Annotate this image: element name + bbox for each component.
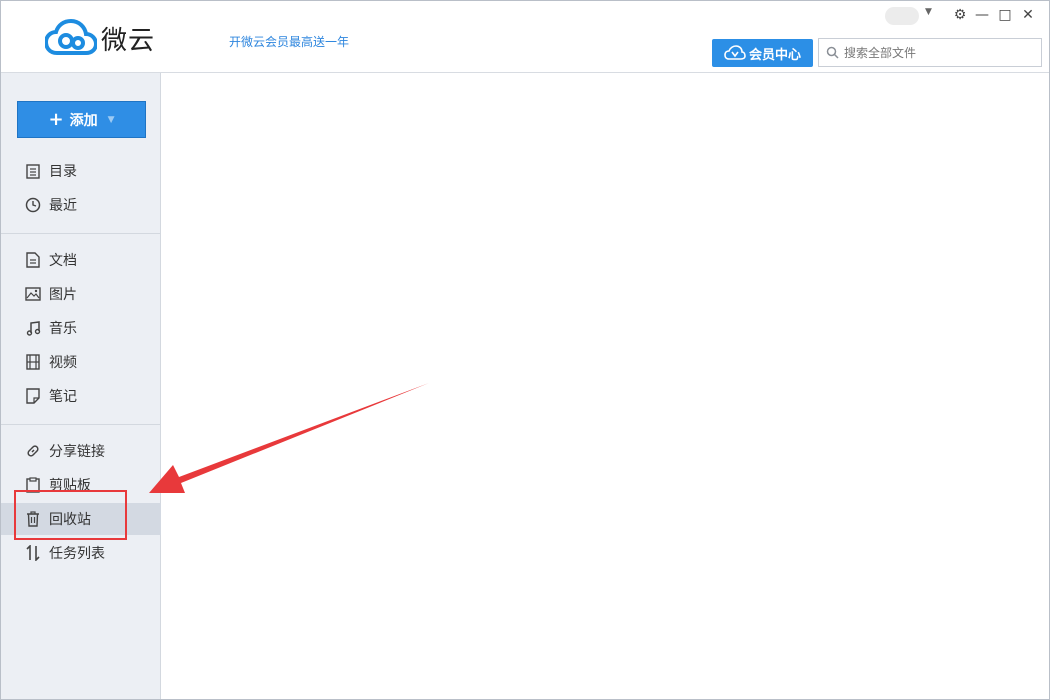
close-button[interactable]: ✕ <box>1019 5 1037 25</box>
sidebar-item-label: 最近 <box>49 198 77 214</box>
annotation-highlight-box <box>14 490 127 540</box>
vip-promo-link[interactable]: 开微云会员最高送一年 <box>229 33 349 50</box>
header: 微云 开微云会员最高送一年 ▼ ⚙ — □ ✕ 会员中心 <box>1 1 1049 73</box>
main-content-area <box>162 74 1048 699</box>
vip-cloud-icon <box>724 45 746 60</box>
sidebar-divider <box>1 233 161 234</box>
link-icon <box>24 442 42 460</box>
logo-text: 微云 <box>101 25 156 56</box>
sidebar-item-notes[interactable]: 笔记 <box>1 380 161 412</box>
clock-icon <box>24 196 42 214</box>
sidebar-divider <box>1 424 161 425</box>
sidebar-item-label: 视频 <box>49 355 77 371</box>
vip-center-label: 会员中心 <box>748 47 801 63</box>
music-icon <box>24 319 42 337</box>
sidebar-item-label: 笔记 <box>49 389 77 405</box>
list-icon <box>24 162 42 180</box>
document-icon <box>24 251 42 269</box>
sidebar-item-label: 音乐 <box>49 321 77 337</box>
minimize-button[interactable]: — <box>973 5 991 25</box>
sidebar: + 添加 ▼ 目录 最近 文档 图片 音乐 视频 笔记 分享链接 剪贴板 回收站… <box>1 73 161 699</box>
sidebar-item-label: 文档 <box>49 253 77 269</box>
note-icon <box>24 387 42 405</box>
search-input[interactable] <box>844 45 1024 60</box>
account-avatar[interactable] <box>885 7 919 25</box>
sidebar-item-images[interactable]: 图片 <box>1 278 161 310</box>
search-icon <box>826 46 839 59</box>
account-dropdown-icon[interactable]: ▼ <box>925 7 932 17</box>
chevron-down-icon: ▼ <box>107 114 115 125</box>
settings-icon[interactable]: ⚙ <box>951 5 969 25</box>
app-window: 微云 开微云会员最高送一年 ▼ ⚙ — □ ✕ 会员中心 + 添加 ▼ <box>0 0 1050 700</box>
plus-icon: + <box>48 109 64 130</box>
transfer-icon <box>24 544 42 562</box>
sidebar-item-directory[interactable]: 目录 <box>1 155 161 187</box>
sidebar-item-label: 目录 <box>49 164 77 180</box>
logo: 微云 <box>45 19 155 57</box>
maximize-button[interactable]: □ <box>996 5 1014 25</box>
add-button[interactable]: + 添加 ▼ <box>17 101 146 138</box>
sidebar-item-label: 任务列表 <box>49 546 105 562</box>
sidebar-item-label: 分享链接 <box>49 444 105 460</box>
film-icon <box>24 353 42 371</box>
sidebar-item-task-list[interactable]: 任务列表 <box>1 537 161 569</box>
search-box[interactable] <box>818 38 1042 67</box>
sidebar-item-label: 图片 <box>49 287 77 303</box>
sidebar-item-documents[interactable]: 文档 <box>1 244 161 276</box>
vip-center-button[interactable]: 会员中心 <box>712 39 813 67</box>
sidebar-item-share-links[interactable]: 分享链接 <box>1 435 161 467</box>
image-icon <box>24 285 42 303</box>
sidebar-item-recent[interactable]: 最近 <box>1 189 161 221</box>
sidebar-item-videos[interactable]: 视频 <box>1 346 161 378</box>
cloud-logo-icon <box>45 19 97 55</box>
add-button-label: 添加 <box>69 112 98 129</box>
sidebar-item-music[interactable]: 音乐 <box>1 312 161 344</box>
